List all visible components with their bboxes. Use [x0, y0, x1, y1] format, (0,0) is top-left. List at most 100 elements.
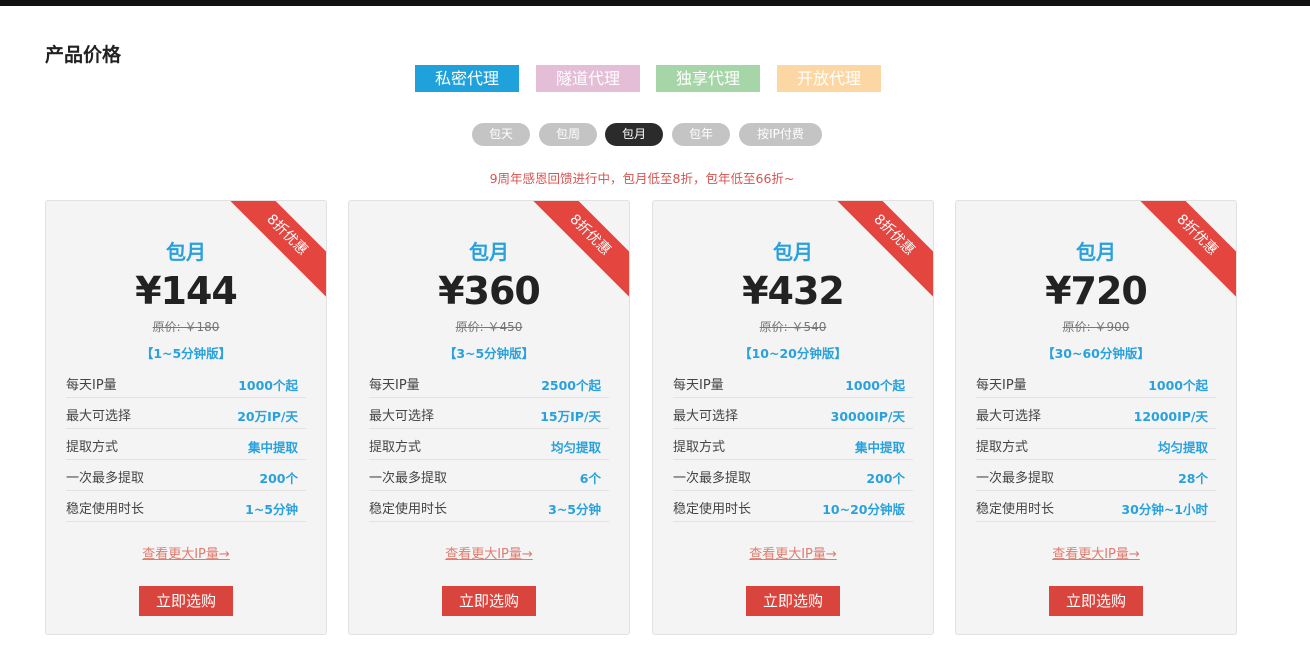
- period-day[interactable]: 包天: [472, 123, 530, 146]
- spec-row: 最大可选择 30000IP/天: [673, 398, 913, 429]
- price: ¥360: [438, 269, 541, 313]
- plan-name: 包月: [1076, 240, 1116, 264]
- spec-list: 每天IP量 1000个起 最大可选择 12000IP/天 提取方式 均匀提取 一次最多…: [976, 367, 1216, 522]
- spec-row: 最大可选择 20万IP/天: [66, 398, 306, 429]
- spec-label: 一次最多提取: [66, 471, 145, 486]
- spec-row: 最大可选择 15万IP/天: [369, 398, 609, 429]
- spec-label: 稳定使用时长: [66, 502, 145, 517]
- version-label: 【10~20分钟版】: [739, 346, 847, 361]
- version-label: 【1~5分钟版】: [140, 346, 232, 361]
- spec-row: 一次最多提取 200个: [673, 460, 913, 491]
- spec-row: 每天IP量 1000个起: [673, 367, 913, 398]
- tab-private-proxy[interactable]: 私密代理: [415, 65, 519, 92]
- more-ip-link[interactable]: 查看更大IP量→: [653, 543, 933, 562]
- spec-value: 均匀提取: [550, 440, 601, 455]
- spec-label: 最大可选择: [673, 409, 739, 424]
- spec-row: 最大可选择 12000IP/天: [976, 398, 1216, 429]
- more-ip-link[interactable]: 查看更大IP量→: [349, 543, 629, 562]
- version-label: 【3~5分钟版】: [443, 346, 535, 361]
- spec-value: 200个: [259, 471, 298, 486]
- spec-label: 每天IP量: [673, 378, 724, 393]
- spec-value: 30分钟~1小时: [1121, 502, 1208, 517]
- top-bar: [0, 0, 1310, 6]
- spec-label: 最大可选择: [66, 409, 132, 424]
- spec-value: 1000个起: [845, 378, 905, 393]
- spec-value: 1~5分钟: [245, 502, 298, 517]
- period-tabs: 包天 包周 包月 包年 按IP付费: [0, 123, 1310, 146]
- buy-button[interactable]: 立即选购: [442, 586, 536, 616]
- spec-label: 每天IP量: [369, 378, 420, 393]
- spec-label: 稳定使用时长: [673, 502, 752, 517]
- spec-row: 每天IP量 2500个起: [369, 367, 609, 398]
- plan-name: 包月: [773, 240, 813, 264]
- price: ¥432: [742, 269, 845, 313]
- spec-value: 2500个起: [541, 378, 601, 393]
- spec-row: 一次最多提取 28个: [976, 460, 1216, 491]
- spec-value: 均匀提取: [1157, 440, 1208, 455]
- promo-banner: 9周年感恩回馈进行中，包月低至8折，包年低至66折~: [489, 171, 795, 186]
- original-price: 原价: ￥450: [455, 320, 523, 334]
- pricing-card-3: 8折优惠 包月 ¥432 原价: ￥540 【10~20分钟版】 每天IP量 10…: [652, 200, 934, 635]
- spec-list: 每天IP量 1000个起 最大可选择 20万IP/天 提取方式 集中提取 一次最多提取…: [66, 367, 306, 522]
- spec-value: 3~5分钟: [548, 502, 601, 517]
- spec-value: 30000IP/天: [830, 409, 905, 424]
- pricing-card-4: 8折优惠 包月 ¥720 原价: ￥900 【30~60分钟版】 每天IP量 10…: [955, 200, 1237, 635]
- price: ¥144: [135, 269, 238, 313]
- spec-row: 提取方式 集中提取: [673, 429, 913, 460]
- more-ip-link[interactable]: 查看更大IP量→: [956, 543, 1236, 562]
- pricing-card-1: 8折优惠 包月 ¥144 原价: ￥180 【1~5分钟版】 每天IP量 1000…: [45, 200, 327, 635]
- spec-label: 最大可选择: [369, 409, 435, 424]
- spec-row: 提取方式 均匀提取: [976, 429, 1216, 460]
- spec-label: 稳定使用时长: [369, 502, 448, 517]
- spec-label: 一次最多提取: [369, 471, 448, 486]
- spec-value: 6个: [579, 471, 601, 486]
- period-year[interactable]: 包年: [672, 123, 730, 146]
- spec-row: 一次最多提取 6个: [369, 460, 609, 491]
- spec-value: 集中提取: [854, 440, 905, 455]
- spec-row: 稳定使用时长 30分钟~1小时: [976, 491, 1216, 522]
- version-label: 【30~60分钟版】: [1042, 346, 1150, 361]
- original-price: 原价: ￥900: [1062, 320, 1130, 334]
- spec-label: 提取方式: [976, 440, 1029, 455]
- spec-label: 每天IP量: [976, 378, 1027, 393]
- buy-button[interactable]: 立即选购: [1049, 586, 1143, 616]
- period-week[interactable]: 包周: [539, 123, 597, 146]
- spec-label: 提取方式: [369, 440, 422, 455]
- spec-row: 提取方式 均匀提取: [369, 429, 609, 460]
- spec-label: 提取方式: [673, 440, 726, 455]
- spec-value: 集中提取: [247, 440, 298, 455]
- buy-button[interactable]: 立即选购: [139, 586, 233, 616]
- spec-row: 每天IP量 1000个起: [976, 367, 1216, 398]
- category-tabs: 私密代理 隧道代理 独享代理 开放代理: [0, 65, 1310, 92]
- spec-value: 15万IP/天: [540, 409, 601, 424]
- spec-label: 一次最多提取: [673, 471, 752, 486]
- spec-row: 每天IP量 1000个起: [66, 367, 306, 398]
- tab-tunnel-proxy[interactable]: 隧道代理: [536, 65, 640, 92]
- spec-row: 稳定使用时长 1~5分钟: [66, 491, 306, 522]
- spec-value: 1000个起: [1148, 378, 1208, 393]
- spec-list: 每天IP量 2500个起 最大可选择 15万IP/天 提取方式 均匀提取 一次最多提取…: [369, 367, 609, 522]
- spec-label: 稳定使用时长: [976, 502, 1055, 517]
- period-per-ip[interactable]: 按IP付费: [739, 123, 822, 146]
- spec-row: 提取方式 集中提取: [66, 429, 306, 460]
- spec-row: 一次最多提取 200个: [66, 460, 306, 491]
- plan-name: 包月: [166, 240, 206, 264]
- period-month[interactable]: 包月: [605, 123, 663, 146]
- spec-value: 12000IP/天: [1133, 409, 1208, 424]
- spec-value: 1000个起: [238, 378, 298, 393]
- spec-label: 一次最多提取: [976, 471, 1055, 486]
- spec-list: 每天IP量 1000个起 最大可选择 30000IP/天 提取方式 集中提取 一次最多…: [673, 367, 913, 522]
- buy-button[interactable]: 立即选购: [746, 586, 840, 616]
- spec-row: 稳定使用时长 10~20分钟版: [673, 491, 913, 522]
- tab-open-proxy[interactable]: 开放代理: [777, 65, 881, 92]
- spec-value: 10~20分钟版: [822, 502, 905, 517]
- section-title: 产品价格: [45, 44, 122, 66]
- spec-label: 提取方式: [66, 440, 119, 455]
- tab-exclusive-proxy[interactable]: 独享代理: [656, 65, 760, 92]
- original-price: 原价: ￥540: [759, 320, 827, 334]
- pricing-card-2: 8折优惠 包月 ¥360 原价: ￥450 【3~5分钟版】 每天IP量 2500…: [348, 200, 630, 635]
- spec-value: 20万IP/天: [237, 409, 298, 424]
- more-ip-link[interactable]: 查看更大IP量→: [46, 543, 326, 562]
- original-price: 原价: ￥180: [152, 320, 220, 334]
- spec-value: 200个: [866, 471, 905, 486]
